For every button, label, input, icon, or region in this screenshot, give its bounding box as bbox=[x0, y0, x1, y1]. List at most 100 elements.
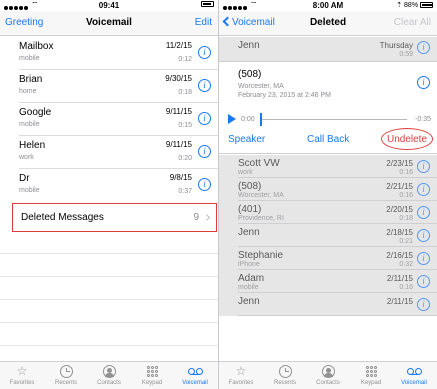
voicemail-date: 2/23/15 bbox=[386, 159, 413, 168]
info-icon[interactable]: i bbox=[417, 183, 430, 196]
info-icon[interactable]: i bbox=[198, 79, 211, 92]
voicemail-duration: 0:15 bbox=[178, 122, 192, 129]
voicemail-label: Providence, RI bbox=[238, 215, 284, 222]
voicemail-item[interactable]: Google mobile 9/11/15 0:15 i bbox=[0, 103, 218, 136]
voicemail-date: 9/30/15 bbox=[165, 74, 192, 83]
voicemail-duration: 0:59 bbox=[399, 51, 413, 58]
voicemail-item[interactable]: Mailbox mobile 11/2/15 0:12 i bbox=[0, 37, 218, 70]
voicemail-name: (401) bbox=[238, 204, 262, 215]
clock-icon bbox=[48, 364, 84, 379]
tab-voicemail[interactable]: Voicemail bbox=[177, 364, 213, 386]
tab-label: Voicemail bbox=[401, 380, 427, 386]
info-icon[interactable]: i bbox=[198, 178, 211, 191]
battery-icon bbox=[420, 2, 433, 8]
playback-scrubber[interactable] bbox=[260, 113, 262, 126]
row-divider bbox=[0, 299, 218, 300]
star-icon: ☆ bbox=[235, 364, 247, 378]
row-divider bbox=[0, 322, 218, 323]
tab-contacts[interactable]: Contacts bbox=[91, 364, 127, 386]
info-icon[interactable]: i bbox=[417, 275, 430, 288]
tab-label: Contacts bbox=[97, 380, 121, 386]
speaker-button[interactable]: Speaker bbox=[228, 134, 265, 145]
nav-bar: Greeting Voicemail Edit bbox=[0, 11, 218, 36]
edit-button[interactable]: Edit bbox=[195, 17, 212, 28]
tab-voicemail[interactable]: Voicemail bbox=[396, 364, 432, 386]
deleted-item[interactable]: Stephanie iPhone 2/16/15 0:32 i bbox=[219, 247, 437, 270]
voicemail-item[interactable]: Brian home 9/30/15 0:18 i bbox=[0, 70, 218, 103]
voicemail-name: Jenn bbox=[238, 40, 260, 51]
voicemail-label: Worcester, MA bbox=[238, 192, 284, 199]
tab-keypad[interactable]: Keypad bbox=[353, 364, 389, 386]
playback-track[interactable] bbox=[261, 119, 407, 120]
deleted-screen: ⌔ 8:00 AM ⇡ 88% Voicemail Deleted Clear … bbox=[219, 0, 437, 389]
row-divider bbox=[0, 345, 218, 346]
tab-label: Keypad bbox=[360, 380, 382, 386]
tab-favorites[interactable]: ☆ Favorites bbox=[4, 364, 40, 386]
deleted-item[interactable]: Jenn 2/18/15 0:21 i bbox=[219, 224, 437, 247]
voicemail-name: Jenn bbox=[238, 227, 260, 238]
undelete-highlight: Undelete bbox=[381, 128, 433, 150]
info-icon[interactable]: i bbox=[417, 298, 430, 311]
voicemail-duration: 0:18 bbox=[399, 215, 413, 222]
status-bar: ⌔ 8:00 AM ⇡ 88% bbox=[219, 0, 437, 11]
info-icon[interactable]: i bbox=[198, 46, 211, 59]
voicemail-item[interactable]: Dr mobile 9/8/15 0:37 i bbox=[0, 169, 218, 202]
call-back-button[interactable]: Call Back bbox=[307, 134, 349, 145]
voicemail-duration: 0:20 bbox=[178, 155, 192, 162]
deleted-item[interactable]: Scott VW work 2/23/15 0:16 i bbox=[219, 155, 437, 178]
voicemail-name: Google bbox=[19, 107, 52, 118]
voicemail-date: 9/8/15 bbox=[169, 173, 192, 182]
info-icon[interactable]: i bbox=[417, 160, 430, 173]
voicemail-date: 2/21/15 bbox=[386, 182, 413, 191]
voicemail-name: Brian bbox=[19, 74, 43, 85]
status-bar: ⌔ 09:41 bbox=[0, 0, 218, 11]
deleted-item[interactable]: (401) Providence, RI 2/20/15 0:18 i bbox=[219, 201, 437, 224]
voicemail-name: Mailbox bbox=[19, 41, 54, 52]
voicemail-date: 2/18/15 bbox=[386, 228, 413, 237]
voicemail-duration: 0:16 bbox=[399, 192, 413, 199]
voicemail-date: 9/11/15 bbox=[165, 140, 192, 149]
deleted-item[interactable]: Jenn Thursday 0:59 i bbox=[219, 37, 437, 61]
clock-icon bbox=[267, 364, 303, 379]
voicemail-date: 2/16/15 bbox=[386, 251, 413, 260]
page-title: Voicemail bbox=[86, 17, 132, 28]
row-divider bbox=[0, 253, 218, 254]
keypad-icon bbox=[353, 364, 389, 379]
row-divider bbox=[238, 315, 437, 316]
battery-indicator: ⇡ 88% bbox=[396, 1, 433, 9]
tab-recents[interactable]: Recents bbox=[48, 364, 84, 386]
tab-recents[interactable]: Recents bbox=[267, 364, 303, 386]
voicemail-duration: 0:12 bbox=[178, 56, 192, 63]
voicemail-name: Helen bbox=[19, 140, 46, 151]
tab-label: Voicemail bbox=[182, 380, 208, 386]
voicemail-item[interactable]: Helen work 9/11/15 0:20 i bbox=[0, 136, 218, 169]
tab-label: Favorites bbox=[9, 380, 35, 386]
deleted-item[interactable]: (508) Worcester, MA 2/21/15 0:16 i bbox=[219, 178, 437, 201]
voicemail-date: 9/11/15 bbox=[165, 107, 192, 116]
deleted-item[interactable]: Adam mobile 2/11/15 0:16 i bbox=[219, 270, 437, 293]
voicemail-date: 2/20/15 bbox=[386, 205, 413, 214]
star-icon: ☆ bbox=[16, 364, 28, 378]
tab-label: Contacts bbox=[316, 380, 340, 386]
deleted-item[interactable]: Jenn 2/11/15 i bbox=[219, 293, 437, 316]
deleted-messages-row[interactable]: Deleted Messages 9 bbox=[12, 203, 217, 232]
contacts-icon bbox=[310, 364, 346, 379]
info-icon[interactable]: i bbox=[417, 206, 430, 219]
voicemail-name: Stephanie bbox=[238, 250, 284, 261]
undelete-button[interactable]: Undelete bbox=[382, 134, 432, 145]
info-icon[interactable]: i bbox=[417, 41, 430, 54]
tab-label: Recents bbox=[273, 380, 296, 386]
tab-keypad[interactable]: Keypad bbox=[134, 364, 170, 386]
elapsed-time: 0:00 bbox=[241, 116, 255, 123]
info-icon[interactable]: i bbox=[417, 229, 430, 242]
info-icon[interactable]: i bbox=[417, 252, 430, 265]
tab-favorites[interactable]: ☆ Favorites bbox=[223, 364, 259, 386]
clear-all-button[interactable]: Clear All bbox=[394, 17, 431, 28]
tab-contacts[interactable]: Contacts bbox=[310, 364, 346, 386]
info-icon[interactable]: i bbox=[417, 76, 430, 89]
voicemail-label: home bbox=[19, 88, 37, 95]
voicemail-icon bbox=[396, 364, 432, 379]
play-icon[interactable] bbox=[228, 114, 236, 124]
info-icon[interactable]: i bbox=[198, 145, 211, 158]
info-icon[interactable]: i bbox=[198, 112, 211, 125]
